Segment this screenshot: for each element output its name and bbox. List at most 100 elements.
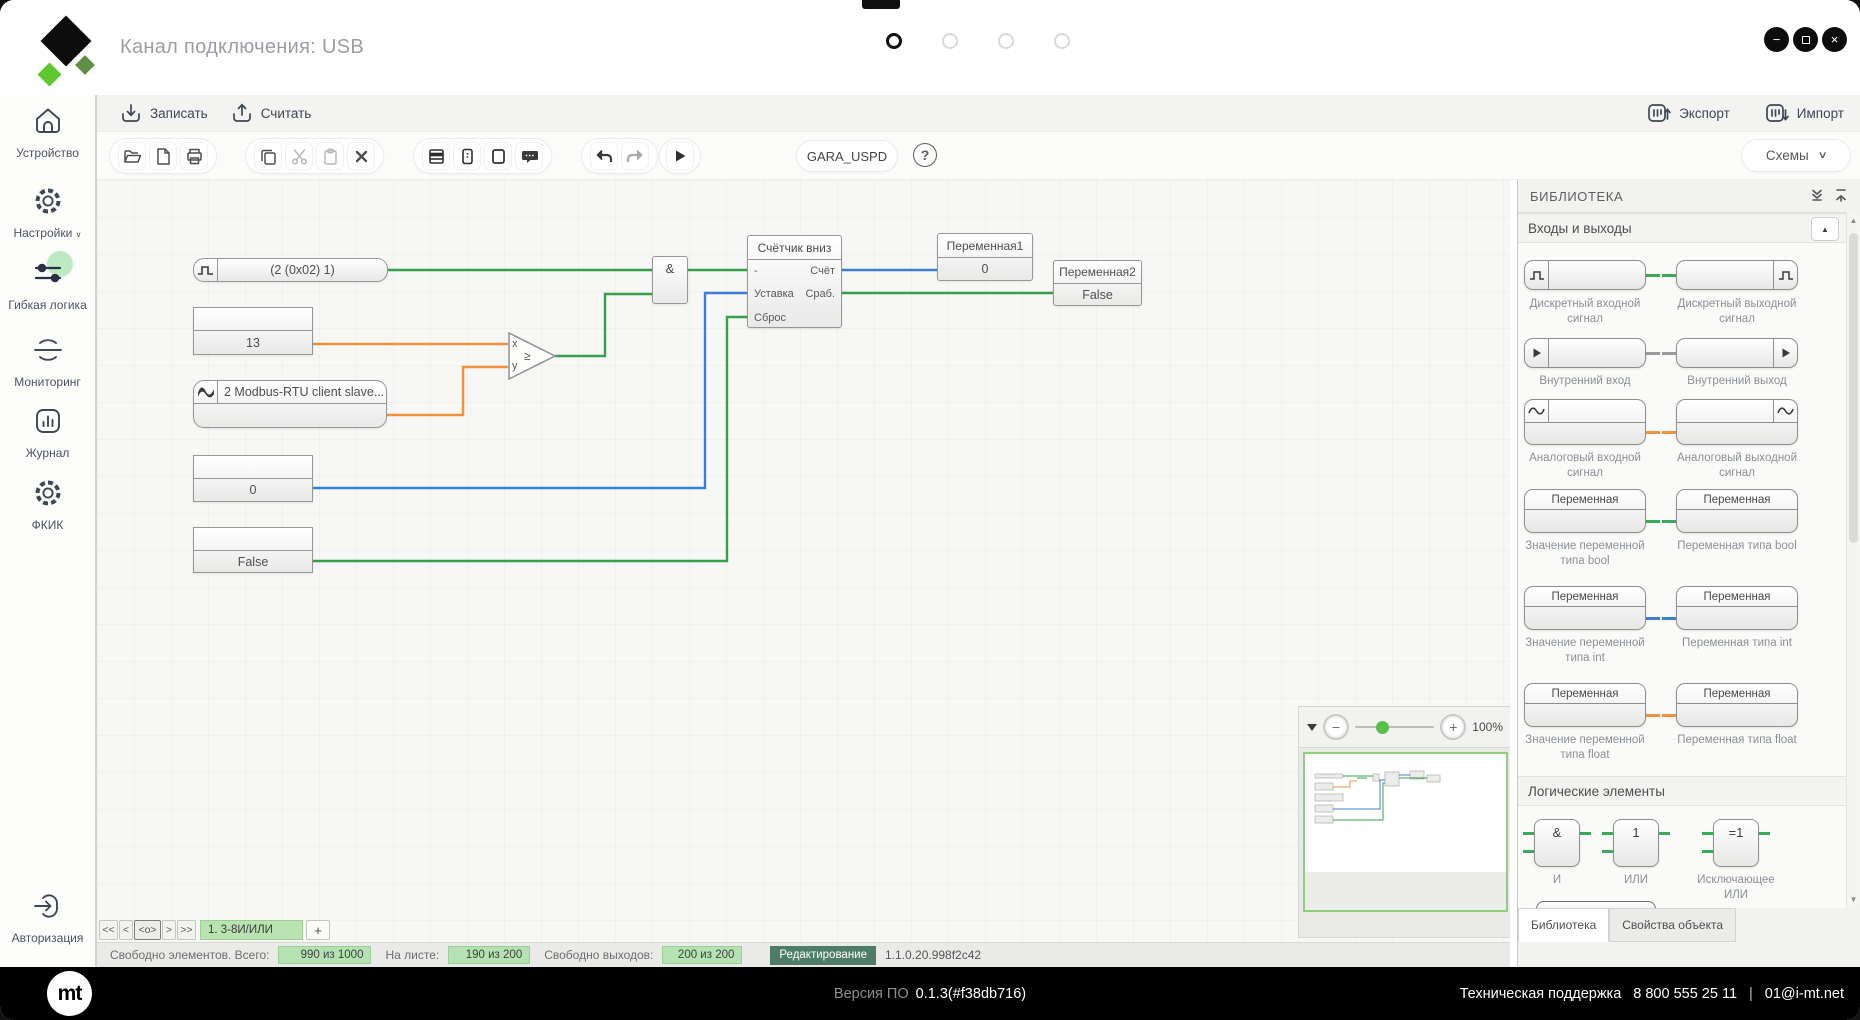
close-button[interactable]: × — [1822, 27, 1847, 52]
block-const-13[interactable]: 13 — [193, 307, 313, 355]
export-button[interactable]: Экспорт — [1646, 101, 1730, 125]
sidebar-item-flex-logic[interactable]: Гибкая логика — [0, 255, 95, 312]
sidebar-item-fkik[interactable]: ФКИК — [0, 475, 95, 532]
block-variable2[interactable]: Переменная2 False — [1053, 260, 1142, 306]
zoom-out-button[interactable]: − — [1323, 714, 1349, 740]
zoom-in-button[interactable]: + — [1440, 714, 1466, 740]
carousel-dot-1[interactable] — [886, 33, 902, 49]
diagram-canvas[interactable]: (2 (0x02) 1) 13 2 Modbus-RTU client slav… — [97, 180, 1510, 942]
sidebar-item-label: ФКИК — [0, 518, 95, 532]
support-email[interactable]: 01@i-mt.net — [1765, 986, 1844, 1002]
lib-item-var-float[interactable]: Переменная — [1676, 683, 1798, 727]
zoom-panel: − + 100% — [1298, 706, 1510, 748]
block-counter[interactable]: Счётчик вниз - Уставка Сброс Счёт Сраб. — [747, 235, 842, 328]
sidebar-item-label: Устройство — [0, 146, 95, 160]
carousel-dot-2[interactable] — [942, 33, 958, 49]
section-logic-elements[interactable]: Логические элементы ▲ — [1518, 776, 1847, 806]
scheme-name-field[interactable]: GARA_USPD — [797, 141, 897, 171]
add-sheet-button[interactable]: + — [306, 920, 330, 940]
scrollbar-thumb[interactable] — [1849, 233, 1858, 543]
write-button[interactable]: Записать — [119, 101, 208, 125]
last-sheet-button[interactable]: >> — [177, 920, 196, 940]
lib-item-and[interactable]: & — [1534, 819, 1580, 867]
first-sheet-button[interactable]: << — [99, 920, 118, 940]
port-stub — [1602, 850, 1613, 853]
current-sheet-button[interactable]: <o> — [134, 920, 161, 940]
sidebar-item-settings[interactable]: Настройки ∨ — [0, 183, 95, 240]
logic-symbol: & — [1553, 825, 1562, 840]
export-import-group: Экспорт Импорт — [1646, 101, 1844, 125]
redo-button[interactable] — [621, 142, 649, 170]
comment-button[interactable] — [515, 142, 543, 170]
section-inputs-outputs[interactable]: Входы и выходы ▲ — [1518, 213, 1847, 243]
lib-item-discrete-input[interactable] — [1524, 260, 1646, 290]
new-file-button[interactable] — [149, 142, 177, 170]
prev-sheet-button[interactable]: < — [119, 920, 133, 940]
lib-item-var-value-float[interactable]: Переменная — [1524, 683, 1646, 727]
delete-button[interactable] — [347, 142, 375, 170]
tab-object-properties[interactable]: Свойства объекта — [1609, 908, 1736, 942]
collapse-all-icon[interactable] — [1810, 188, 1824, 205]
expand-all-icon[interactable] — [1834, 188, 1848, 205]
play-button[interactable] — [666, 142, 694, 170]
frame-info-button[interactable] — [453, 142, 481, 170]
undo-button[interactable] — [590, 142, 618, 170]
read-button[interactable]: Считать — [230, 101, 312, 125]
lib-item-analog-input[interactable] — [1524, 399, 1646, 445]
lib-item-var-value-int[interactable]: Переменная — [1524, 586, 1646, 630]
block-and-gate[interactable]: & — [652, 256, 688, 304]
restore-button[interactable] — [1793, 27, 1818, 52]
logout-icon — [30, 888, 66, 929]
sidebar-item-journal[interactable]: Журнал — [0, 403, 95, 460]
sheet-tab-active[interactable]: 1. 3-8И/ИЛИ — [200, 920, 303, 940]
lib-item-discrete-output[interactable] — [1676, 260, 1798, 290]
copy-button[interactable] — [254, 142, 282, 170]
scroll-up-icon[interactable]: ▲ — [1847, 216, 1860, 225]
carousel-dot-3[interactable] — [998, 33, 1014, 49]
zoom-slider-knob[interactable] — [1376, 721, 1389, 734]
counter-title: Счётчик вниз — [748, 236, 841, 260]
lib-item-var-bool[interactable]: Переменная — [1676, 489, 1798, 533]
open-file-button[interactable] — [118, 142, 146, 170]
minimap[interactable] — [1298, 748, 1510, 938]
lib-item-internal-output[interactable] — [1676, 338, 1798, 368]
sidebar-item-monitoring[interactable]: Мониторинг — [0, 332, 95, 389]
collapse-section-button[interactable]: ▲ — [1811, 217, 1839, 241]
next-sheet-button[interactable]: > — [162, 920, 176, 940]
variable-value: 0 — [938, 258, 1032, 280]
frame-button[interactable] — [484, 142, 512, 170]
block-const-0[interactable]: 0 — [193, 455, 313, 502]
sheet-setup-button[interactable] — [422, 142, 450, 170]
zoom-slider[interactable] — [1355, 726, 1434, 729]
import-button[interactable]: Импорт — [1764, 101, 1844, 125]
divider — [194, 403, 386, 404]
library-scrollbar[interactable]: ▲ ▼ — [1846, 213, 1859, 907]
lib-item-xor[interactable]: =1 — [1713, 819, 1759, 867]
collapse-caret-icon[interactable] — [1307, 724, 1317, 731]
block-modbus[interactable]: 2 Modbus-RTU client slave... — [193, 380, 387, 428]
paste-button[interactable] — [316, 142, 344, 170]
carousel-dot-4[interactable] — [1054, 33, 1070, 49]
tab-library[interactable]: Библиотека — [1518, 908, 1609, 942]
block-const-false[interactable]: False — [193, 527, 313, 573]
cut-button[interactable] — [285, 142, 313, 170]
block-discrete-input[interactable]: (2 (0x02) 1) — [193, 258, 388, 282]
lib-item-or[interactable]: 1 — [1613, 819, 1659, 867]
minimize-button[interactable]: − — [1764, 27, 1789, 52]
scroll-down-icon[interactable]: ▼ — [1847, 895, 1860, 904]
export-icon — [1646, 101, 1672, 125]
lib-item-var-int[interactable]: Переменная — [1676, 586, 1798, 630]
support-info: Техническая поддержка 8 800 555 25 11 | … — [1460, 967, 1844, 1020]
schemes-dropdown[interactable]: Схемы ∨ — [1742, 140, 1850, 171]
sidebar-item-device[interactable]: Устройство — [0, 103, 95, 160]
print-button[interactable] — [180, 142, 208, 170]
block-variable1[interactable]: Переменная1 0 — [937, 233, 1033, 281]
block-comparator[interactable]: x y ≥ — [508, 332, 558, 380]
lib-item-analog-output[interactable] — [1676, 399, 1798, 445]
lib-item-var-value-bool[interactable]: Переменная — [1524, 489, 1646, 533]
write-icon — [119, 101, 143, 125]
help-button[interactable]: ? — [913, 143, 937, 167]
sidebar-item-label: Мониторинг — [0, 375, 95, 389]
sidebar-item-authorization[interactable]: Авторизация — [0, 888, 95, 945]
lib-item-internal-input[interactable] — [1524, 338, 1646, 368]
